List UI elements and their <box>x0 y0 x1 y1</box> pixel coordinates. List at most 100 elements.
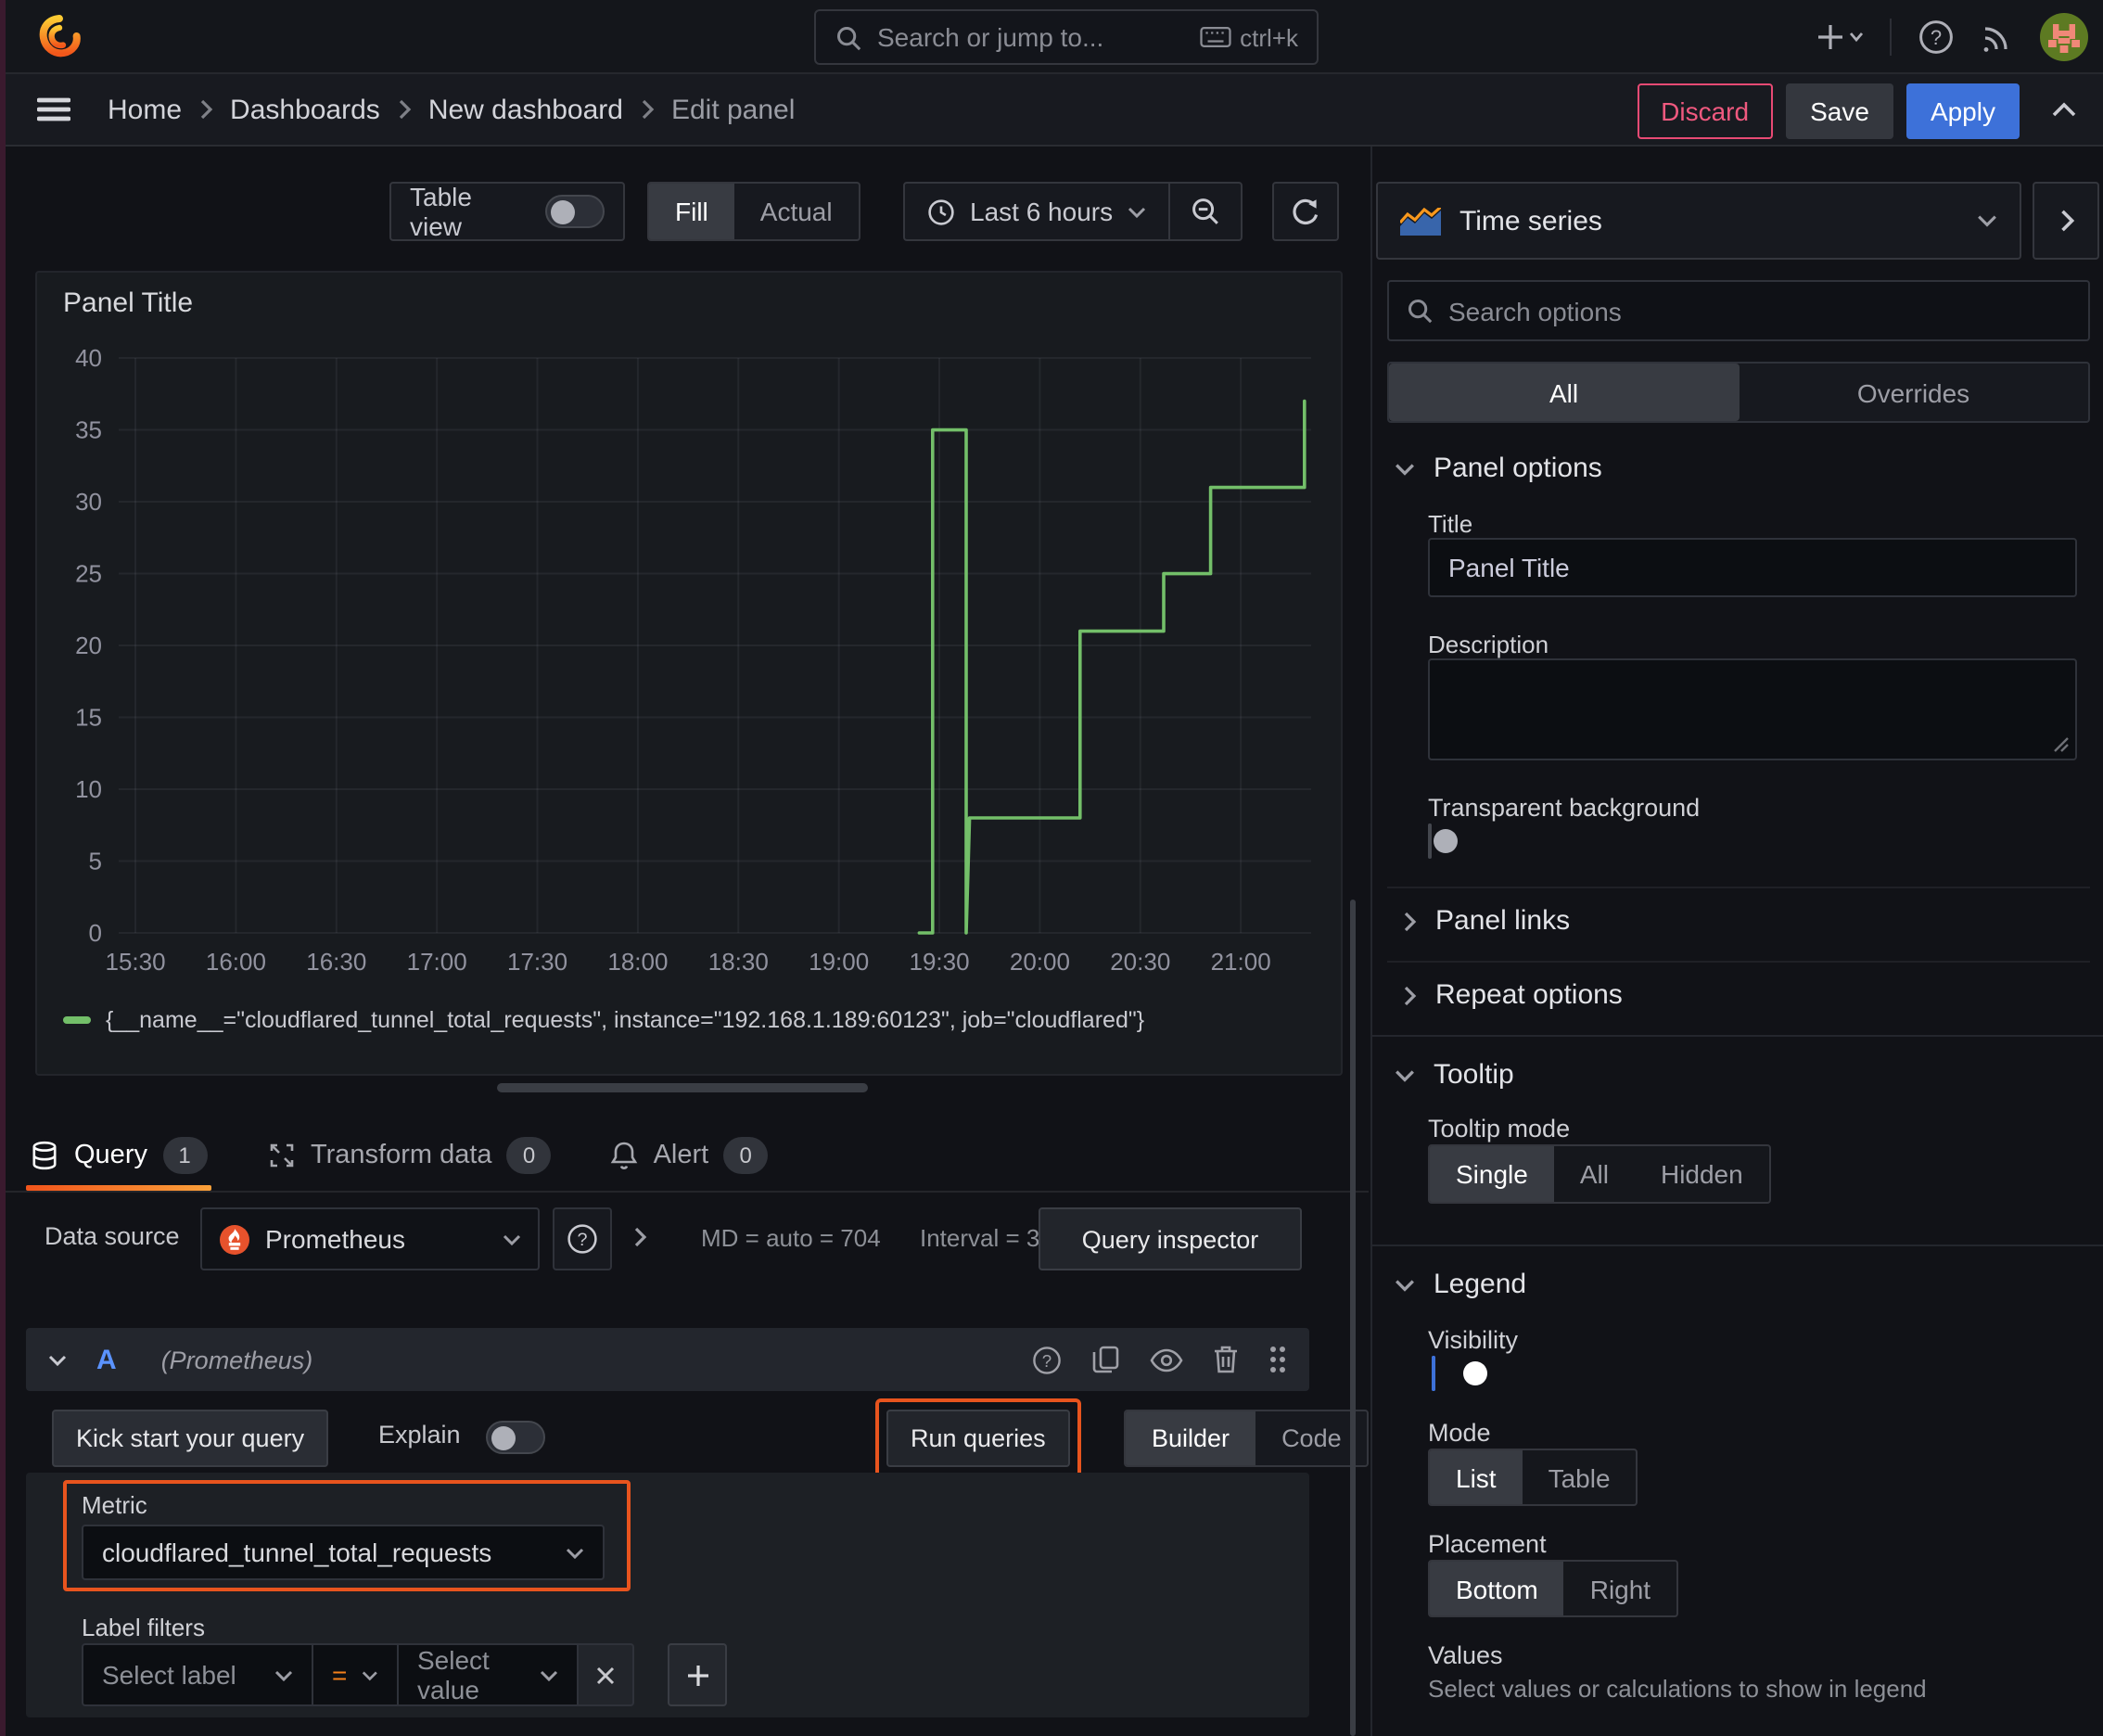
remove-query-trash-icon[interactable] <box>1213 1345 1239 1374</box>
grafana-logo-icon[interactable] <box>37 15 82 59</box>
global-search-input[interactable]: Search or jump to... ctrl+k <box>814 9 1319 65</box>
table-view-toggle[interactable]: Table view <box>389 182 625 241</box>
tooltip-section-header[interactable]: Tooltip <box>1395 1059 1514 1091</box>
refresh-button[interactable] <box>1272 182 1339 241</box>
legend-values-hint: Select values or calculations to show in… <box>1428 1675 1927 1703</box>
zoom-out-button[interactable] <box>1168 184 1241 239</box>
panel-title-input[interactable] <box>1428 538 2077 597</box>
legend-placement-label: Placement <box>1428 1530 1547 1558</box>
fill-option[interactable]: Fill <box>649 184 734 239</box>
breadcrumb-home[interactable]: Home <box>108 94 182 125</box>
visualization-picker[interactable]: Time series <box>1376 182 2021 260</box>
save-button[interactable]: Save <box>1786 83 1893 138</box>
panel-links-section[interactable]: Panel links <box>1402 905 1570 937</box>
kick-start-query-button[interactable]: Kick start your query <box>52 1410 329 1467</box>
tab-transform-data[interactable]: Transform data 0 <box>262 1124 555 1187</box>
builder-option[interactable]: Builder <box>1126 1411 1256 1465</box>
svg-text:?: ? <box>1042 1350 1052 1370</box>
select-value-dropdown[interactable]: Select value <box>399 1643 579 1706</box>
timeseries-viz-icon <box>1400 207 1441 235</box>
query-inspector-button[interactable]: Query inspector <box>1039 1207 1302 1270</box>
tooltip-hidden-option[interactable]: Hidden <box>1635 1146 1769 1202</box>
chevron-down-icon <box>363 1670 378 1680</box>
svg-text:20: 20 <box>75 632 102 659</box>
tab-alert[interactable]: Alert 0 <box>607 1124 772 1187</box>
drag-handle-icon[interactable] <box>1268 1345 1287 1374</box>
timeseries-chart[interactable]: 0 5 10 15 20 25 30 35 40 15:30 16:00 16:30 17:00 17:3… <box>52 339 1319 996</box>
news-rss-icon[interactable] <box>1981 20 2014 54</box>
svg-text:17:30: 17:30 <box>507 948 567 976</box>
help-icon[interactable]: ? <box>1918 19 1955 56</box>
datasource-picker[interactable]: Prometheus <box>200 1207 540 1270</box>
svg-text:5: 5 <box>89 848 102 875</box>
add-filter-button[interactable] <box>668 1643 727 1706</box>
legend-mode-table-option[interactable]: Table <box>1523 1450 1637 1504</box>
tooltip-all-option[interactable]: All <box>1554 1146 1635 1202</box>
datasource-help-button[interactable]: ? <box>553 1207 612 1270</box>
database-icon <box>30 1141 59 1170</box>
query-help-icon[interactable]: ? <box>1031 1344 1063 1375</box>
discard-button[interactable]: Discard <box>1637 83 1774 138</box>
svg-text:18:30: 18:30 <box>708 948 769 976</box>
chevron-right-icon <box>1402 910 1417 932</box>
time-range-picker[interactable]: Last 6 hours <box>905 184 1168 239</box>
explain-switch[interactable] <box>486 1421 545 1454</box>
refresh-icon <box>1293 198 1319 224</box>
options-search-placeholder: Search options <box>1448 296 1622 326</box>
collapse-options-pane-button[interactable] <box>2033 182 2099 260</box>
builder-code-segmented: Builder Code <box>1124 1410 1370 1467</box>
breadcrumb-dashboards[interactable]: Dashboards <box>230 94 380 125</box>
transparent-background-switch[interactable] <box>1428 823 1432 859</box>
explain-label: Explain <box>378 1421 461 1449</box>
panel-options-section-header[interactable]: Panel options <box>1395 453 1602 484</box>
table-view-switch[interactable] <box>545 195 605 228</box>
operator-value: = <box>332 1660 348 1690</box>
left-pane-scrollbar[interactable] <box>1350 900 1356 1736</box>
hide-response-eye-icon[interactable] <box>1150 1347 1183 1372</box>
tab-query[interactable]: Query 1 <box>26 1124 210 1191</box>
panel-description-textarea[interactable] <box>1428 658 2077 760</box>
add-new-button[interactable] <box>1816 22 1864 52</box>
topbar-divider <box>1890 19 1892 56</box>
options-tab-overrides[interactable]: Overrides <box>1739 364 2088 421</box>
legend-visibility-switch[interactable] <box>1432 1356 1435 1391</box>
legend-section-header[interactable]: Legend <box>1395 1269 1526 1300</box>
legend-heading: Legend <box>1434 1269 1527 1300</box>
run-queries-button[interactable]: Run queries <box>886 1410 1070 1467</box>
operator-dropdown[interactable]: = <box>313 1643 399 1706</box>
svg-text:?: ? <box>1931 26 1942 49</box>
repeat-options-label: Repeat options <box>1435 979 1623 1011</box>
chevron-down-icon <box>1395 1277 1415 1292</box>
apply-button[interactable]: Apply <box>1905 83 2020 138</box>
tooltip-single-option[interactable]: Single <box>1430 1146 1554 1202</box>
breadcrumb-new-dashboard[interactable]: New dashboard <box>428 94 623 125</box>
options-tab-all[interactable]: All <box>1389 364 1739 421</box>
options-search-input[interactable]: Search options <box>1387 280 2090 341</box>
tabs-divider <box>0 1191 1369 1193</box>
legend-placement-right-option[interactable]: Right <box>1564 1562 1676 1615</box>
panel-links-label: Panel links <box>1435 905 1571 937</box>
legend-item[interactable]: {__name__="cloudflared_tunnel_total_requ… <box>63 1007 1144 1033</box>
pane-resize-handle[interactable] <box>497 1083 868 1092</box>
tooltip-mode-label: Tooltip mode <box>1428 1115 1571 1142</box>
title-field-label: Title <box>1428 510 1473 538</box>
svg-text:16:30: 16:30 <box>306 948 366 976</box>
svg-text:15: 15 <box>75 704 102 732</box>
chevron-up-icon[interactable] <box>2051 102 2077 119</box>
panel-options-heading: Panel options <box>1434 453 1602 484</box>
metric-select[interactable]: cloudflared_tunnel_total_requests <box>82 1525 605 1580</box>
user-avatar[interactable] <box>2040 13 2088 61</box>
select-label-dropdown[interactable]: Select label <box>82 1643 313 1706</box>
duplicate-query-icon[interactable] <box>1092 1345 1120 1374</box>
actual-option[interactable]: Actual <box>734 184 859 239</box>
legend-mode-list-option[interactable]: List <box>1430 1450 1523 1504</box>
panel-title: Panel Title <box>63 287 194 319</box>
query-options-expander[interactable] <box>632 1226 647 1248</box>
remove-filter-button[interactable] <box>579 1643 634 1706</box>
legend-placement-bottom-option[interactable]: Bottom <box>1430 1562 1564 1615</box>
breadcrumb: Home Dashboards New dashboard Edit panel <box>108 94 795 125</box>
repeat-options-section[interactable]: Repeat options <box>1402 979 1623 1011</box>
menu-icon[interactable] <box>37 96 70 122</box>
chevron-right-icon <box>1402 984 1417 1006</box>
query-row-header[interactable]: A (Prometheus) ? <box>26 1328 1309 1391</box>
